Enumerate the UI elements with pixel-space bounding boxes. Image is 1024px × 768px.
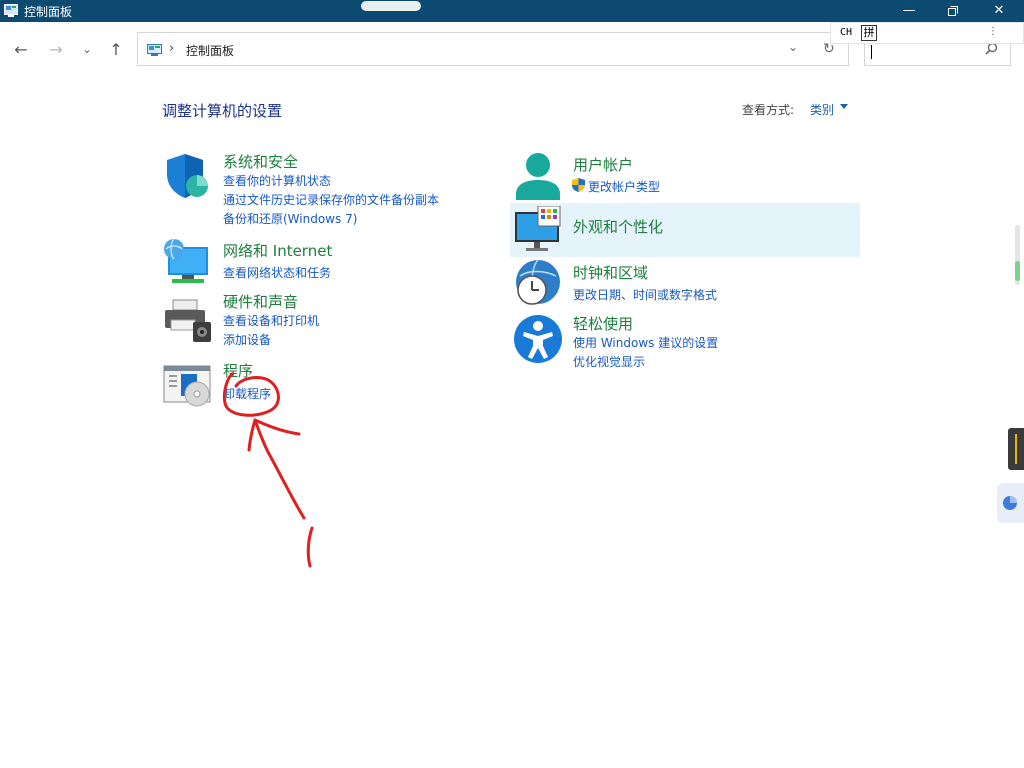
red-circle-arrow-annotation xyxy=(222,372,314,568)
